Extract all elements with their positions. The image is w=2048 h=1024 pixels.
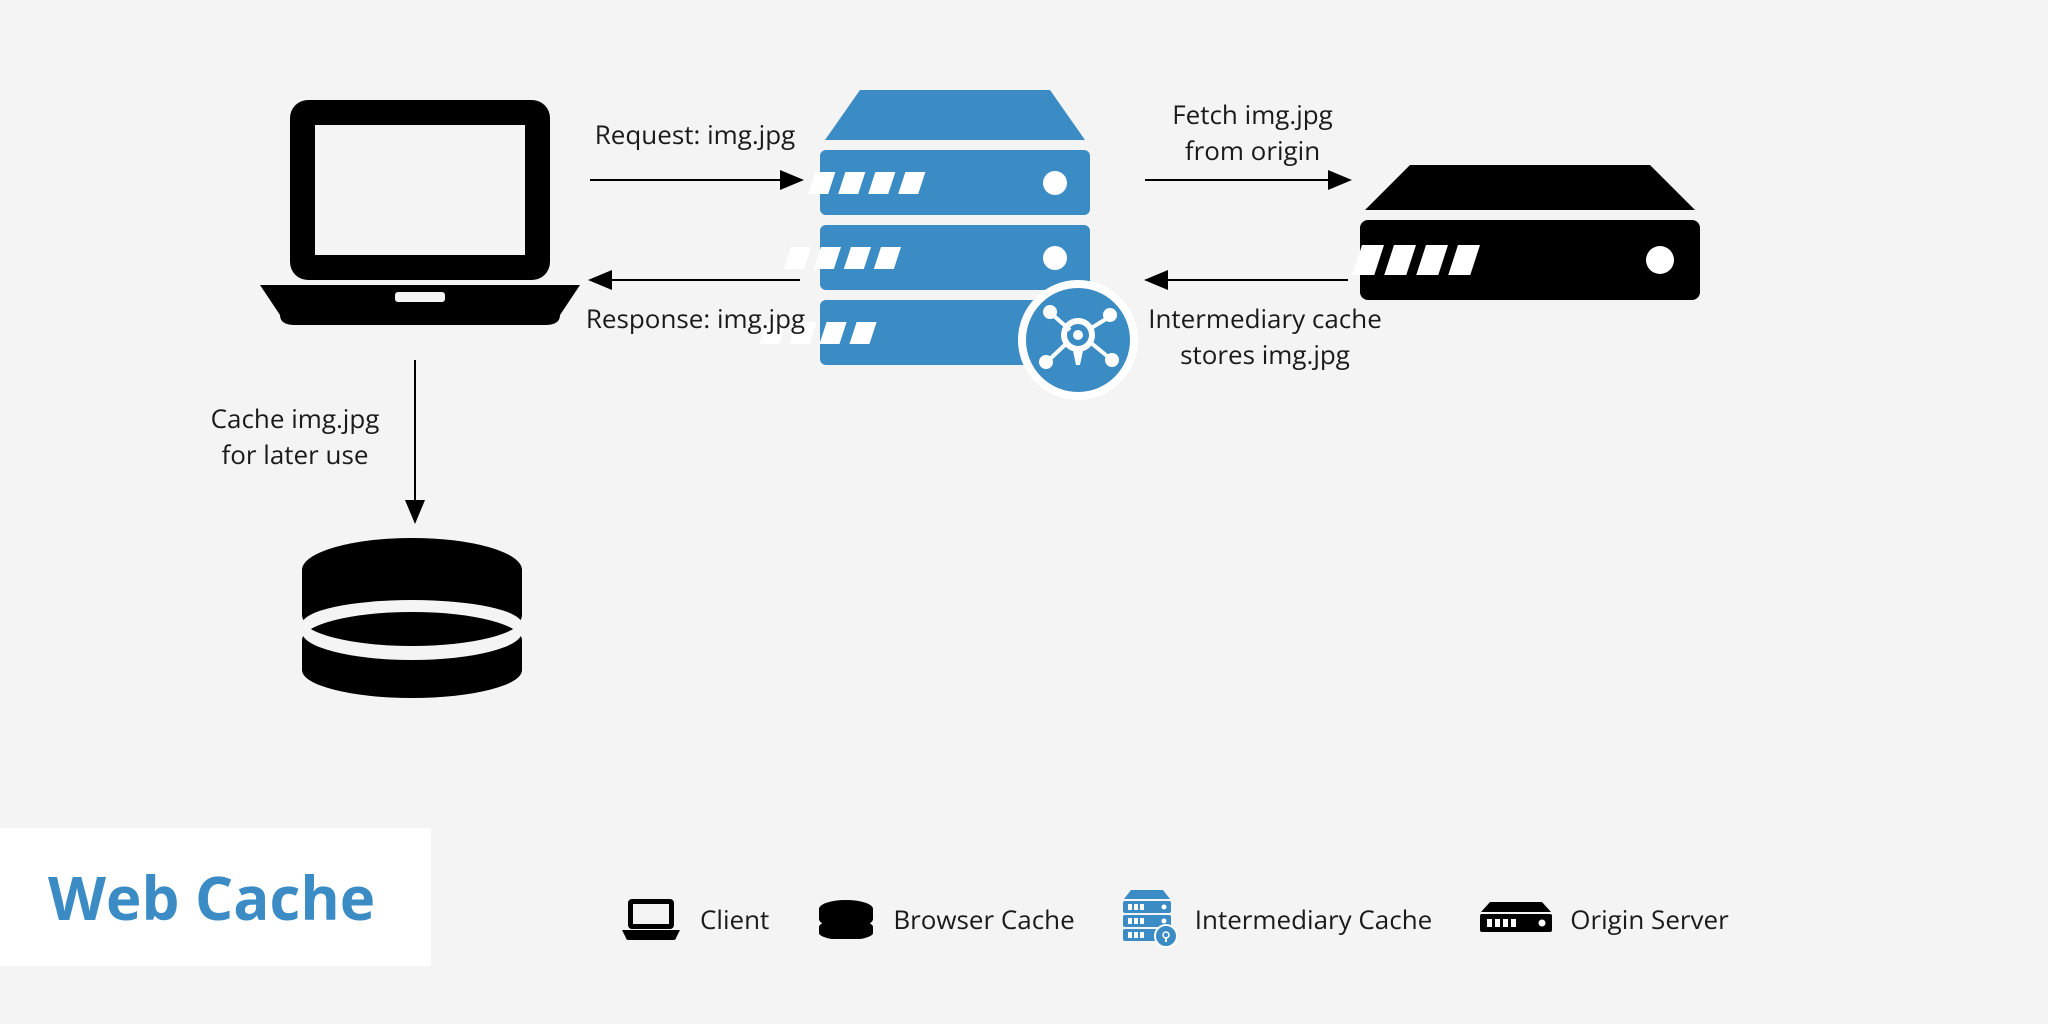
legend-item-intermediary-cache: Intermediary Cache (1123, 890, 1433, 948)
legend-item-browser-cache: Browser Cache (817, 899, 1074, 939)
disc-icon (817, 899, 875, 939)
legend-label: Browser Cache (893, 901, 1074, 937)
legend: Client Browser Cache Inte (620, 890, 1729, 948)
legend-label: Origin Server (1570, 901, 1729, 937)
diagram-title-box: Web Cache (0, 828, 431, 966)
legend-label: Client (700, 901, 769, 937)
server-icon (759, 90, 1134, 396)
server-icon (1123, 890, 1177, 948)
label-local-cache: Cache img.jpg for later use (200, 400, 390, 472)
origin-server-icon (1480, 902, 1552, 936)
label-response: Response: img.jpg (578, 300, 813, 336)
laptop-icon (620, 897, 682, 941)
legend-item-client: Client (620, 897, 769, 941)
origin-server-icon (1352, 165, 1700, 300)
legend-item-origin-server: Origin Server (1480, 901, 1729, 937)
label-request: Request: img.jpg (590, 116, 800, 152)
diagram-title: Web Cache (48, 856, 375, 938)
laptop-icon (260, 100, 580, 325)
disc-icon (302, 538, 522, 698)
label-store: Intermediary cache stores img.jpg (1140, 300, 1390, 372)
label-fetch: Fetch img.jpg from origin (1145, 96, 1360, 168)
legend-label: Intermediary Cache (1195, 901, 1433, 937)
